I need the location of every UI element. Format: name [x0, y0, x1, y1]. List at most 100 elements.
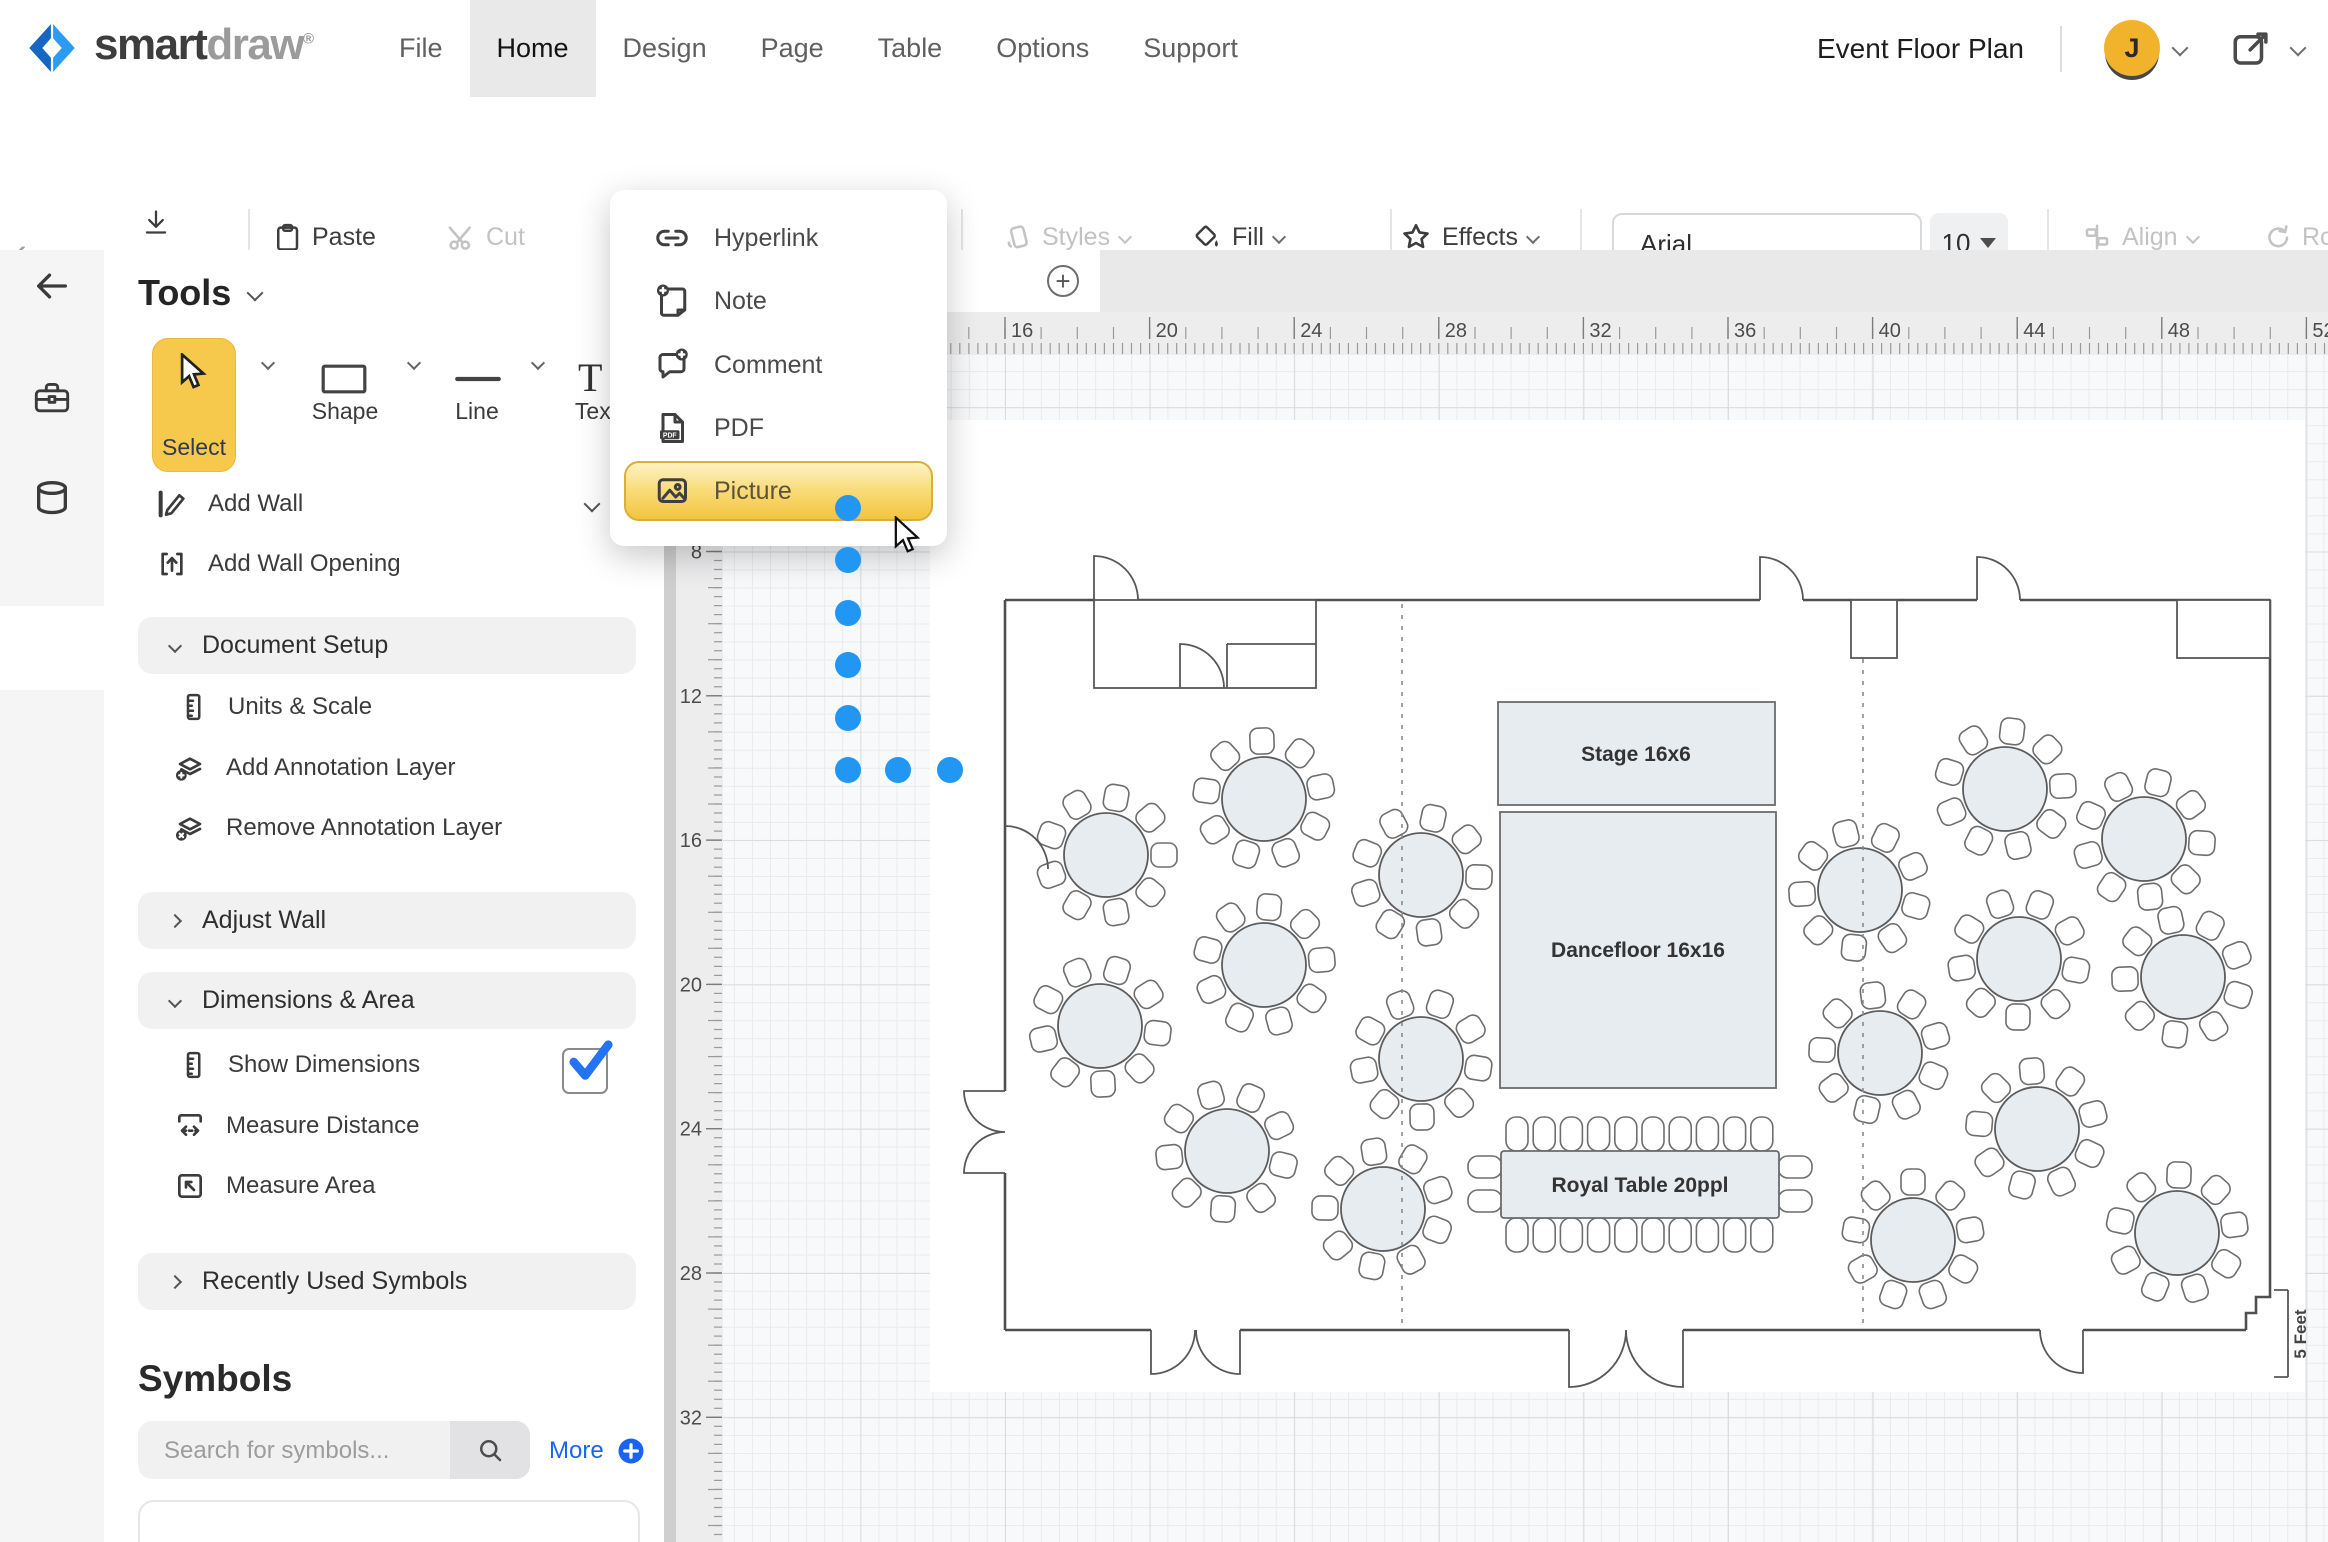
measure-area-item[interactable]: Measure Area — [174, 1170, 375, 1202]
dimensions-area-header[interactable]: Dimensions & Area — [138, 972, 636, 1029]
shape-tool-chevron-icon[interactable] — [407, 356, 421, 370]
stage-label: Stage 16x6 — [1581, 743, 1691, 766]
avatar[interactable]: J — [2104, 20, 2160, 76]
line-tool-chevron-icon[interactable] — [531, 356, 545, 370]
line-tool-label[interactable]: Line — [455, 398, 498, 425]
toolbox-icon[interactable] — [32, 378, 72, 418]
share-chevron-icon[interactable] — [2290, 40, 2307, 57]
back-arrow-icon[interactable] — [32, 266, 72, 306]
mouse-cursor — [893, 516, 923, 554]
brand-wordmark: smartdraw® — [94, 20, 313, 70]
checkmark-icon — [568, 1040, 614, 1084]
dancefloor-label: Dancefloor 16x16 — [1551, 939, 1725, 962]
add-annotation-layer-item[interactable]: Add Annotation Layer — [174, 752, 456, 784]
svg-text:44: 44 — [2023, 320, 2045, 342]
align-icon — [2082, 222, 2112, 252]
symbol-search-input[interactable] — [162, 1421, 436, 1481]
avatar-chevron-icon[interactable] — [2172, 40, 2189, 57]
symbol-group-box — [138, 1500, 640, 1542]
text-tool-icon[interactable]: T — [578, 354, 602, 401]
remove-annotation-layer-item[interactable]: Remove Annotation Layer — [174, 812, 502, 844]
menu-design[interactable]: Design — [596, 0, 734, 97]
show-dimensions-checkbox[interactable] — [562, 1048, 608, 1094]
royal-table-label: Royal Table 20ppl — [1552, 1174, 1729, 1197]
svg-text:16: 16 — [1011, 320, 1033, 342]
tools-panel: Tools Select Shape Line T Text Add Wall … — [104, 250, 677, 1542]
menu-home[interactable]: Home — [470, 0, 596, 97]
symbol-search[interactable] — [138, 1421, 530, 1479]
wall-point-dot[interactable] — [885, 757, 911, 783]
wall-point-dot[interactable] — [835, 705, 861, 731]
svg-text:28: 28 — [1445, 320, 1467, 342]
units-scale-item[interactable]: Units & Scale — [178, 692, 372, 722]
add-wall-opening-item[interactable]: Add Wall Opening — [156, 548, 401, 580]
svg-text:32: 32 — [680, 1407, 702, 1429]
more-symbols-link[interactable]: More — [549, 1436, 646, 1466]
smartdraw-logo-icon — [26, 22, 78, 74]
insert-picture-item[interactable]: Picture — [624, 461, 933, 521]
select-tool-button[interactable]: Select — [152, 338, 236, 472]
symbols-title: Symbols — [138, 1358, 292, 1400]
chevron-right-icon — [168, 913, 182, 927]
toolbar: ‹ Export Paste Cut Copy Format Painter I… — [0, 97, 2328, 251]
line-tool-icon[interactable] — [454, 374, 502, 384]
svg-text:24: 24 — [680, 1119, 702, 1141]
menu-support[interactable]: Support — [1116, 0, 1265, 97]
wall-point-dot[interactable] — [835, 600, 861, 626]
wall-point-dot[interactable] — [835, 547, 861, 573]
measure-distance-item[interactable]: Measure Distance — [174, 1110, 419, 1142]
comment-icon — [654, 347, 690, 383]
document-setup-header[interactable]: Document Setup — [138, 617, 636, 674]
menu-table[interactable]: Table — [851, 0, 970, 97]
add-wall-item[interactable]: Add Wall — [156, 488, 303, 520]
menu-options[interactable]: Options — [969, 0, 1116, 97]
wall-point-dot[interactable] — [835, 495, 861, 521]
share-edit-icon[interactable] — [2230, 28, 2272, 70]
select-cursor-icon — [177, 353, 211, 391]
main-menu: File Home Design Page Table Options Supp… — [372, 0, 1265, 97]
show-dimensions-item[interactable]: Show Dimensions — [178, 1050, 420, 1080]
svg-text:40: 40 — [1879, 320, 1901, 342]
add-annotation-layer-icon — [174, 752, 206, 784]
measure-area-icon — [174, 1170, 206, 1202]
tools-panel-title[interactable]: Tools — [138, 272, 261, 314]
chevron-right-icon — [168, 1274, 182, 1288]
hyperlink-icon — [654, 220, 690, 256]
rail-active-indicator — [0, 606, 104, 690]
wall-column — [1851, 600, 1897, 658]
corner-closet — [2177, 600, 2270, 658]
units-scale-icon — [178, 692, 208, 722]
shape-tool-icon[interactable] — [320, 362, 368, 396]
chevron-down-icon — [168, 638, 182, 652]
dimension-label: 5 Feet — [2291, 1309, 2310, 1358]
insert-comment-item[interactable]: Comment — [626, 335, 931, 395]
smartdraw-app: smartdraw® File Home Design Page Table O… — [0, 0, 2328, 1542]
floor-plan[interactable]: Stage 16x6 Dancefloor 16x16 Royal Table … — [723, 355, 2328, 1542]
svg-text:36: 36 — [1734, 320, 1756, 342]
insert-note-item[interactable]: Note — [626, 271, 931, 331]
add-page-button[interactable]: + — [1047, 265, 1079, 297]
effects-star-icon — [1400, 221, 1432, 253]
svg-text:20: 20 — [680, 974, 702, 996]
svg-text:PDF: PDF — [663, 432, 677, 439]
recently-used-symbols-header[interactable]: Recently Used Symbols — [138, 1253, 636, 1310]
adjust-wall-header[interactable]: Adjust Wall — [138, 892, 636, 949]
picture-icon — [654, 473, 690, 509]
wall-point-dot[interactable] — [937, 757, 963, 783]
search-button[interactable] — [450, 1421, 530, 1479]
left-rail — [0, 250, 104, 1542]
insert-pdf-item[interactable]: PDF PDF — [626, 398, 931, 458]
add-wall-chevron-icon[interactable] — [584, 496, 601, 513]
shape-tool-label[interactable]: Shape — [312, 398, 379, 425]
menu-file[interactable]: File — [372, 0, 470, 97]
select-tool-chevron-icon[interactable] — [261, 356, 275, 370]
export-icon — [139, 207, 173, 241]
wall-point-dot[interactable] — [835, 652, 861, 678]
add-wall-opening-icon — [156, 548, 188, 580]
wall-point-dot[interactable] — [835, 757, 861, 783]
insert-hyperlink-item[interactable]: Hyperlink — [626, 208, 931, 268]
plus-circle-icon — [616, 1436, 646, 1466]
remove-annotation-layer-icon — [174, 812, 206, 844]
menu-page[interactable]: Page — [734, 0, 851, 97]
database-icon[interactable] — [32, 478, 72, 518]
